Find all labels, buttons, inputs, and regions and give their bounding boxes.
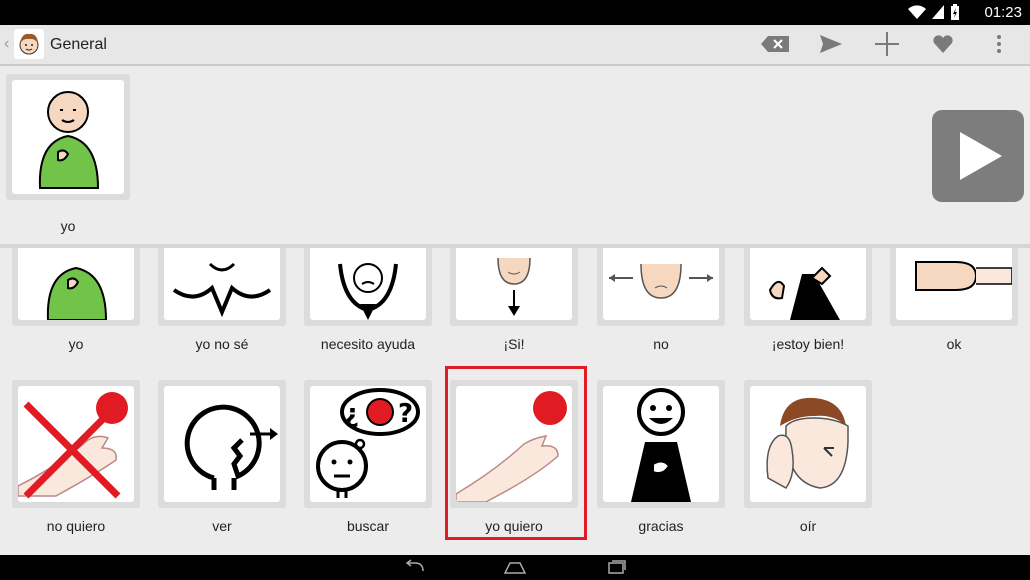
grid-cell[interactable]: no — [597, 248, 725, 356]
nav-recents-icon — [608, 560, 626, 574]
grid-cell-label: ¡estoy bien! — [771, 336, 845, 352]
see-pictogram — [184, 404, 278, 490]
search-pictogram: ¿ ? — [316, 388, 420, 498]
nav-home-icon — [503, 562, 527, 574]
status-icons — [908, 4, 960, 20]
grid-cell-label: yo — [68, 336, 84, 352]
grid-cell[interactable]: ¿ ? buscar — [304, 380, 432, 534]
avatar[interactable] — [14, 29, 44, 59]
sentence-bar: yo — [0, 66, 1030, 244]
grid-cell[interactable]: gracias — [597, 380, 725, 534]
person-self-pictogram — [38, 91, 100, 189]
grid-cell-label: ok — [946, 336, 962, 352]
person-self-pictogram — [46, 266, 108, 320]
grid-cell[interactable]: yo no sé — [158, 248, 286, 356]
nav-recents-button[interactable] — [604, 559, 628, 575]
status-bar: 01:23 — [0, 0, 1030, 25]
send-button[interactable] — [816, 29, 846, 59]
grid-cell-label: buscar — [346, 518, 390, 534]
shrug-pictogram — [172, 262, 272, 318]
favorite-button[interactable] — [928, 29, 958, 59]
toolbar-actions — [760, 29, 1014, 59]
grid-cell[interactable]: ok — [890, 248, 1018, 356]
grid-cell-label: oír — [799, 518, 817, 534]
signal-icon — [932, 5, 944, 19]
status-time: 01:23 — [984, 4, 1022, 21]
more-button[interactable] — [984, 29, 1014, 59]
back-chevron-icon[interactable]: ‹ — [4, 35, 9, 53]
thank-you-pictogram — [631, 388, 691, 502]
heart-icon — [933, 35, 953, 53]
nav-back-icon — [405, 559, 424, 572]
add-icon — [875, 32, 899, 56]
more-vert-icon — [997, 35, 1001, 53]
selected-cell-highlight — [445, 366, 587, 540]
dont-want-pictogram — [18, 392, 128, 499]
grid-cell[interactable]: ¡estoy bien! — [744, 248, 872, 356]
grid-cell-label: gracias — [638, 518, 684, 534]
grid-cell-label: ver — [212, 518, 232, 534]
sentence-item[interactable] — [6, 74, 130, 200]
grid-cell[interactable]: necesito ayuda — [304, 248, 432, 356]
grid-cell-label: no — [653, 336, 669, 352]
grid-cell[interactable]: ¡Si! — [450, 248, 578, 356]
need-help-pictogram — [338, 263, 398, 320]
grid-cell-label: necesito ayuda — [320, 336, 416, 352]
play-button[interactable] — [932, 110, 1024, 202]
sentence-item-label: yo — [60, 218, 76, 234]
battery-charging-icon — [951, 4, 959, 20]
wifi-icon — [908, 5, 926, 19]
app-bar: ‹ General — [0, 25, 1030, 66]
svg-text:¿: ¿ — [344, 399, 359, 429]
nav-back-button[interactable] — [403, 559, 427, 575]
svg-text:?: ? — [398, 399, 413, 429]
page-title: General — [50, 36, 107, 53]
backspace-icon — [761, 36, 789, 52]
grid-cell-label: ¡Si! — [503, 336, 525, 352]
grid-cell[interactable]: oír — [744, 380, 872, 534]
backspace-button[interactable] — [760, 29, 790, 59]
grid-cell[interactable]: yo — [12, 248, 140, 356]
grid-cell[interactable]: ver — [158, 380, 286, 534]
shake-no-pictogram — [609, 263, 713, 299]
send-icon — [820, 35, 842, 53]
add-button[interactable] — [872, 29, 902, 59]
nav-home-button[interactable] — [503, 559, 527, 575]
im-fine-pictogram — [768, 266, 840, 320]
ok-hand-pictogram — [915, 261, 1012, 291]
grid-cell-label: yo no sé — [195, 336, 249, 352]
nod-yes-pictogram — [497, 257, 531, 316]
grid-cell-label: no quiero — [46, 518, 106, 534]
play-icon — [960, 132, 1002, 180]
grid-cell[interactable]: no quiero — [12, 380, 140, 534]
navigation-bar — [0, 555, 1030, 579]
hear-pictogram — [766, 397, 849, 489]
boy-face-icon — [19, 33, 39, 55]
